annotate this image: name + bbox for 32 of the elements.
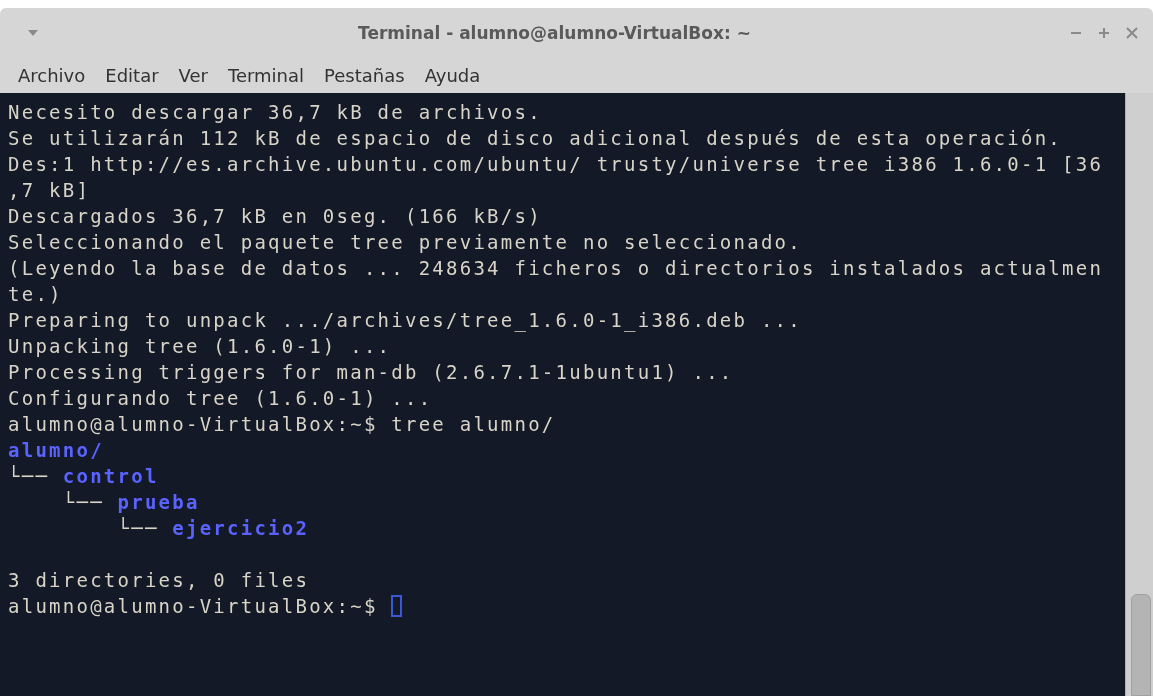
menu-item[interactable]: Editar (97, 63, 167, 88)
directory-name: ejercicio2 (172, 516, 310, 541)
text-cursor (391, 595, 403, 617)
shell-prompt: alumno@alumno-VirtualBox:~$ (8, 594, 379, 619)
menu-item[interactable]: Terminal (220, 63, 313, 88)
tree-branch: └── (116, 516, 160, 541)
directory-name: alumno/ (8, 438, 105, 463)
scrollbar[interactable] (1125, 93, 1153, 696)
terminal-line: Necesito descargar 36,7 kB de archivos. (8, 100, 543, 125)
terminal-line: te.) (8, 282, 64, 307)
menu-item[interactable]: Pestañas (316, 63, 413, 88)
terminal-line: 3 directories, 0 files (8, 568, 311, 593)
terminal-line: Configurando tree (1.6.0-1) ... (8, 386, 434, 411)
terminal-line: Seleccionando el paquete tree previamente no seleccionado. (8, 230, 803, 255)
terminal-line: Preparing to unpack .../archives/tree_1.6.0-1_i386.deb ... (8, 308, 803, 333)
terminal-line: Descargados 36,7 kB en 0seg. (166 kB/s) (8, 204, 543, 229)
window-title: Terminal - alumno@alumno-VirtualBox: ~ (357, 23, 752, 43)
tree-branch: └── (61, 490, 105, 515)
menu-item[interactable]: Ayuda (416, 63, 489, 88)
directory-name: prueba (117, 490, 200, 515)
terminal-line: alumno@alumno-VirtualBox:~$ tree alumno/ (8, 412, 557, 437)
tree-branch: └── (8, 464, 51, 489)
terminal-line: Se utilizarán 112 kB de espacio de disco adicional después de esta operación. (8, 126, 1064, 151)
menu-item[interactable]: Archivo (10, 63, 94, 88)
terminal-line: Unpacking tree (1.6.0-1) ... (8, 334, 393, 359)
menu-item[interactable]: Ver (170, 63, 216, 88)
terminal-line: ,7 kB] (8, 178, 92, 203)
directory-name: control (62, 464, 159, 489)
terminal-line: Des:1 http://es.archive.ubuntu.com/ubuntu/ trusty/universe tree i386 1.6.0-1 [36 (8, 152, 1105, 177)
terminal-line: (Leyendo la base de datos ... 248634 ficheros o directorios instalados actualmen (8, 256, 1105, 281)
terminal-line: Processing triggers for man-db (2.6.7.1-1ubuntu1) ... (8, 360, 735, 385)
scrollbar-thumb[interactable] (1131, 594, 1151, 696)
